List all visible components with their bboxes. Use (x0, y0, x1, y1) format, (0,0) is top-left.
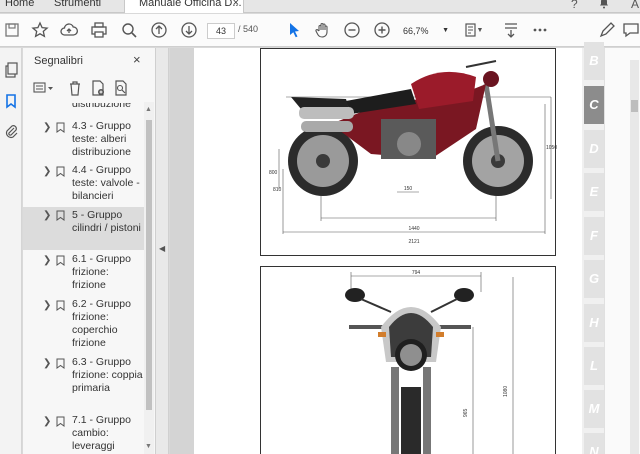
list-item[interactable]: ❯ 4.4 - Gruppo teste: valvole - bilancie… (23, 164, 145, 206)
bell-icon[interactable] (598, 0, 610, 12)
page-count-label: / 540 (238, 24, 259, 34)
scrollbar-thumb[interactable] (146, 120, 152, 410)
collapse-panel-icon[interactable]: ◀ (159, 244, 165, 253)
select-cursor-icon[interactable] (285, 21, 303, 39)
navigation-rail (0, 48, 22, 454)
next-page-icon[interactable] (180, 21, 198, 39)
panel-title: Segnalibri (34, 55, 83, 67)
chapter-tab[interactable]: M (584, 390, 604, 428)
scroll-up-icon[interactable]: ▲ (145, 106, 152, 113)
page-number-input[interactable]: 43 (207, 23, 235, 39)
bookmark-list: distribuzione ❯ 4.3 - Gruppo teste: albe… (23, 103, 145, 454)
chevron-right-icon[interactable]: ❯ (43, 166, 51, 177)
comment-icon[interactable] (622, 21, 640, 39)
new-bookmark-icon[interactable] (90, 80, 106, 96)
scroll-down-icon[interactable]: ▼ (145, 443, 152, 450)
print-icon[interactable] (90, 21, 108, 39)
chapter-tabs: B C D E F G H L M N (582, 42, 604, 454)
list-item-selected[interactable]: ❯ 5 - Gruppo cilindri / pistoni (23, 207, 145, 250)
tab-bar: Home Strumenti Manuale Officina D... × ?… (0, 0, 640, 13)
side-view-figure: 1440 2121 150 800 810 1050 (260, 48, 557, 256)
document-view[interactable]: 1440 2121 150 800 810 1050 794 1080 965 (170, 48, 582, 454)
chevron-down-icon: ▼ (442, 27, 449, 34)
chevron-right-icon[interactable]: ❯ (43, 210, 51, 221)
chapter-tab[interactable]: D (584, 130, 604, 168)
save-icon[interactable] (3, 21, 21, 39)
motorcycle-front-image: 794 1080 965 (345, 270, 514, 454)
dim-label: 2121 (408, 239, 419, 245)
chevron-right-icon[interactable]: ❯ (43, 122, 51, 133)
dim-label: 794 (412, 270, 421, 276)
front-view-figure: 794 1080 965 (260, 266, 556, 454)
chevron-right-icon[interactable]: ❯ (43, 358, 51, 369)
chapter-tab[interactable]: G (584, 260, 604, 298)
upload-cloud-icon[interactable] (60, 21, 78, 39)
scroll-mode-icon[interactable] (502, 21, 520, 39)
close-icon[interactable]: × (133, 52, 141, 67)
chevron-right-icon[interactable]: ❯ (43, 255, 51, 266)
attachment-icon[interactable] (3, 123, 19, 139)
list-item[interactable]: ❯ 6.1 - Gruppo frizione: frizione (23, 253, 145, 295)
bookmark-icon (56, 122, 65, 133)
find-bookmark-icon[interactable] (113, 80, 129, 96)
previous-page-icon[interactable] (150, 21, 168, 39)
star-icon[interactable] (31, 21, 49, 39)
hand-tool-icon[interactable] (314, 21, 332, 39)
fit-page-dropdown-icon[interactable]: ▼ (475, 21, 485, 39)
tab-document-label: Manuale Officina D... (139, 0, 242, 9)
chapter-tab[interactable]: F (584, 217, 604, 255)
main-toolbar: 43 / 540 66,7% ▼ ▼ (0, 14, 640, 47)
scrollbar-thumb[interactable] (631, 100, 638, 112)
list-item[interactable]: ❯ 4.3 - Gruppo teste: alberi distribuzio… (23, 120, 145, 162)
dim-label: 150 (404, 186, 413, 192)
tab-home[interactable]: Home (5, 0, 34, 9)
tab-tools[interactable]: Strumenti (54, 0, 101, 9)
list-item[interactable]: ❯ 6.3 - Gruppo frizione: coppia primaria (23, 356, 145, 412)
chapter-tab[interactable]: B (584, 42, 604, 80)
bookmark-options-icon[interactable] (33, 80, 53, 96)
bookmark-icon (56, 210, 65, 221)
bookmark-icon (56, 416, 65, 427)
user-initial[interactable]: A (631, 0, 639, 11)
document-scrollbar[interactable] (630, 60, 639, 454)
chapter-tab[interactable]: H (584, 304, 604, 342)
dim-label: 1440 (408, 226, 419, 232)
chapter-tab[interactable]: N (584, 433, 604, 454)
bookmarks-panel: Segnalibri × distribuzione ❯ 4.3 - Grupp… (23, 48, 156, 454)
delete-bookmark-icon[interactable] (67, 80, 83, 96)
bookmark-icon (56, 358, 65, 369)
bookmark-icon (56, 166, 65, 177)
dim-label: 1080 (503, 386, 509, 397)
chapter-tab-active[interactable]: C (584, 86, 604, 124)
bookmarks-scrollbar[interactable]: ▲ ▼ (144, 102, 154, 454)
dim-label: 810 (273, 187, 282, 193)
motorcycle-side-image: 1440 2121 150 800 810 1050 (269, 60, 557, 245)
sign-pen-icon[interactable] (598, 21, 616, 39)
zoom-in-icon[interactable] (373, 21, 391, 39)
search-zoom-icon[interactable] (120, 21, 138, 39)
chapter-tab[interactable]: L (584, 347, 604, 385)
bookmark-icon[interactable] (3, 93, 19, 109)
dim-label: 800 (269, 170, 278, 176)
bookmark-icon (56, 255, 65, 266)
chevron-right-icon[interactable]: ❯ (43, 416, 51, 427)
more-options-icon[interactable] (531, 21, 549, 39)
thumbnails-icon[interactable] (3, 62, 19, 78)
list-item[interactable]: ❯ 6.2 - Gruppo frizione: coperchio frizi… (23, 298, 145, 354)
tab-document[interactable]: Manuale Officina D... × (124, 0, 244, 13)
list-item[interactable]: ❯ 7.1 - Gruppo cambio: leveraggi (23, 414, 145, 454)
chevron-right-icon[interactable]: ❯ (43, 300, 51, 311)
chapter-tab[interactable]: E (584, 173, 604, 211)
zoom-out-icon[interactable] (343, 21, 361, 39)
tab-close-icon[interactable]: × (233, 0, 239, 9)
panel-splitter[interactable]: ◀ (156, 48, 169, 454)
dim-label: 965 (463, 408, 469, 417)
pdf-page: 1440 2121 150 800 810 1050 794 1080 965 (194, 48, 582, 454)
help-icon[interactable]: ? (571, 0, 578, 11)
document-scrollbar-area (604, 48, 640, 454)
bookmark-icon (56, 300, 65, 311)
list-item[interactable]: distribuzione (23, 103, 145, 112)
zoom-level-select[interactable]: 66,7% ▼ (403, 23, 451, 39)
dim-label: 1050 (546, 145, 557, 151)
